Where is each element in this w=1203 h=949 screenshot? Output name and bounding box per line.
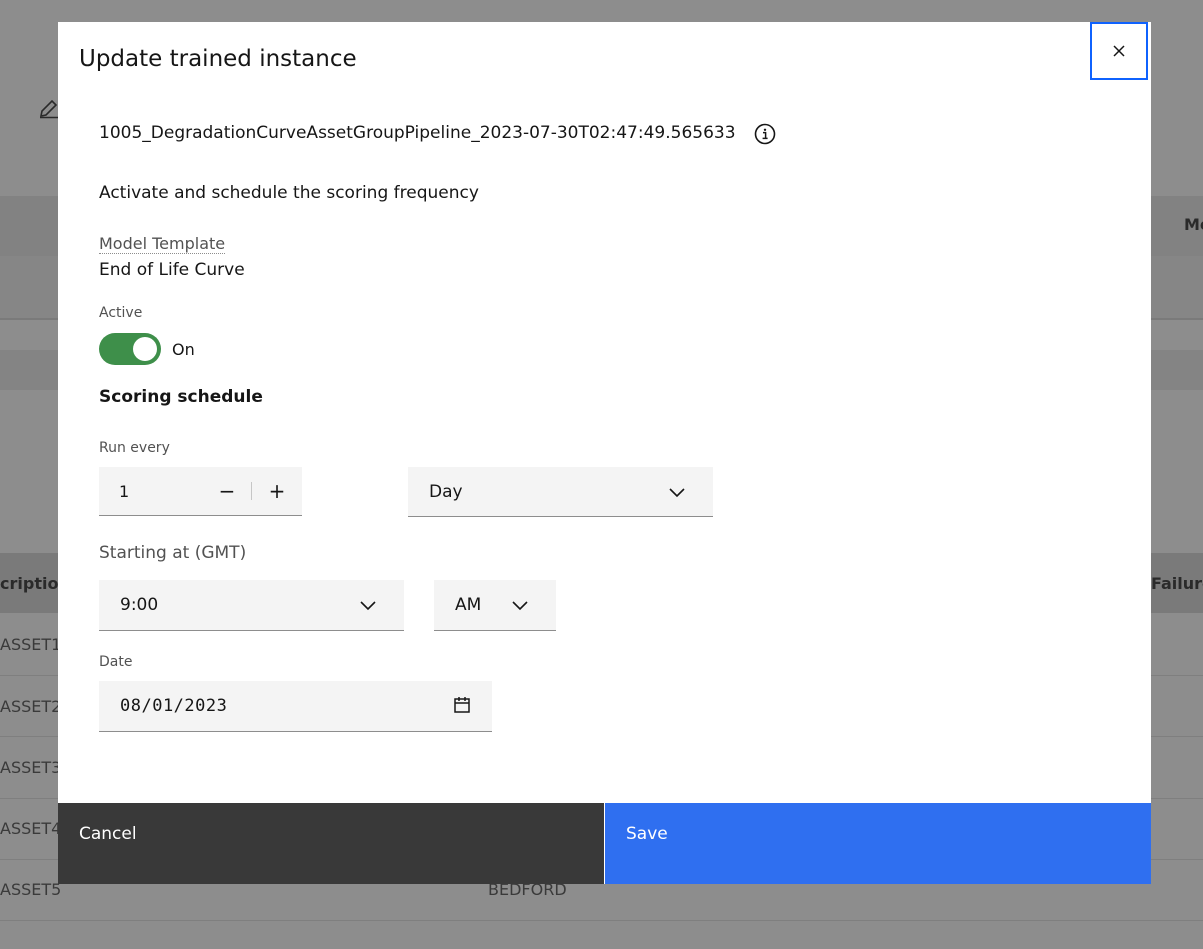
scoring-schedule-heading: Scoring schedule: [99, 387, 263, 407]
period-select-value: Day: [429, 482, 463, 502]
date-label: Date: [99, 654, 133, 670]
chevron-down-icon: [360, 601, 376, 611]
bg-row-asset: ASSET4: [0, 819, 62, 838]
bg-row-asset: ASSET1: [0, 635, 62, 654]
run-every-label: Run every: [99, 440, 170, 456]
time-select[interactable]: 9:00: [99, 580, 404, 631]
ampm-select-value: AM: [455, 595, 482, 615]
increment-button[interactable]: +: [252, 467, 302, 515]
chevron-down-icon: [512, 601, 528, 611]
date-input[interactable]: 08/01/2023: [99, 681, 492, 732]
info-icon[interactable]: [754, 123, 776, 145]
calendar-icon[interactable]: [452, 695, 472, 715]
bg-column-header-failure: Failure: [1151, 574, 1203, 593]
modal-title: Update trained instance: [79, 46, 357, 72]
starting-at-label: Starting at (GMT): [99, 543, 247, 563]
run-every-stepper[interactable]: 1 − +: [99, 467, 302, 516]
toggle-knob: [133, 337, 157, 361]
model-template-label[interactable]: Model Template: [99, 235, 226, 254]
run-every-value[interactable]: 1: [119, 482, 129, 501]
bg-row-asset: ASSET3: [0, 758, 62, 777]
save-button[interactable]: Save: [605, 803, 1151, 884]
bg-row-asset: ASSET5: [0, 880, 62, 899]
chevron-down-icon: [669, 488, 685, 498]
active-toggle[interactable]: [99, 333, 161, 365]
update-instance-modal: Update trained instance 1005_Degradation…: [58, 22, 1151, 884]
decrement-button[interactable]: −: [202, 467, 252, 515]
modal-footer: Cancel Save: [58, 803, 1151, 884]
cancel-button[interactable]: Cancel: [58, 803, 604, 884]
instance-id: 1005_DegradationCurveAssetGroupPipeline_…: [99, 123, 736, 143]
edit-icon: [39, 99, 58, 119]
cancel-button-label: Cancel: [79, 824, 137, 844]
bg-column-header-mid: Me: [1184, 215, 1203, 234]
active-toggle-state: On: [172, 340, 195, 359]
time-select-value: 9:00: [120, 595, 159, 615]
bg-row-asset: ASSET2: [0, 697, 62, 716]
modal-description: Activate and schedule the scoring freque…: [99, 183, 479, 203]
active-label: Active: [99, 305, 143, 321]
close-button[interactable]: [1090, 22, 1148, 80]
ampm-select[interactable]: AM: [434, 580, 556, 631]
close-icon: [1113, 45, 1125, 57]
save-button-label: Save: [626, 824, 668, 844]
period-select[interactable]: Day: [408, 467, 713, 517]
model-template-value: End of Life Curve: [99, 260, 245, 280]
date-input-value[interactable]: 08/01/2023: [120, 696, 227, 716]
